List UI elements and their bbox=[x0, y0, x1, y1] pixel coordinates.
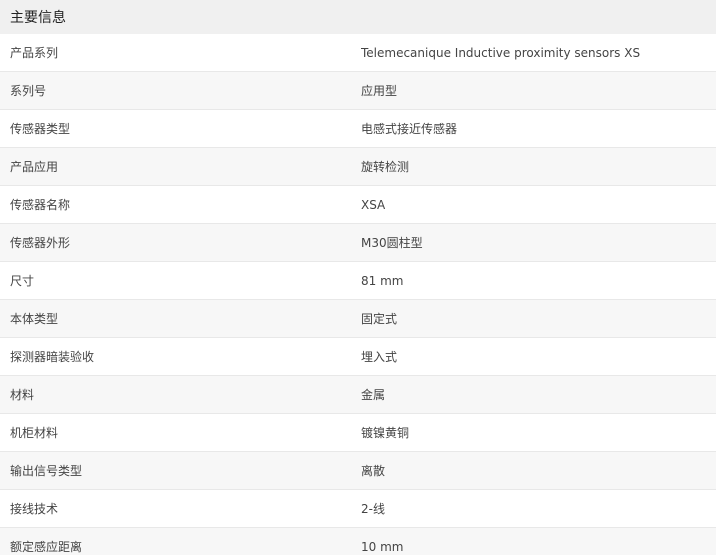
spec-value: 电感式接近传感器 bbox=[361, 122, 458, 136]
spec-label: 接线技术 bbox=[10, 502, 59, 516]
spec-value: 旋转检测 bbox=[361, 160, 410, 174]
spec-value: 10 mm bbox=[361, 539, 404, 554]
spec-value: 81 mm bbox=[361, 273, 404, 288]
spec-label: 机柜材料 bbox=[10, 426, 59, 440]
spec-value: 金属 bbox=[361, 388, 386, 402]
spec-label: 尺寸 bbox=[10, 274, 35, 288]
spec-row-list: 产品系列 Telemecanique Inductive proximity s… bbox=[0, 34, 716, 555]
spec-row: 产品应用 旋转检测 bbox=[0, 148, 716, 186]
spec-label: 输出信号类型 bbox=[10, 464, 83, 478]
spec-label: 额定感应距离 bbox=[10, 540, 83, 554]
spec-row: 材料 金属 bbox=[0, 376, 716, 414]
spec-value: 离散 bbox=[361, 464, 386, 478]
spec-label: 材料 bbox=[10, 388, 35, 402]
spec-value: 埋入式 bbox=[361, 350, 398, 364]
spec-row: 系列号 应用型 bbox=[0, 72, 716, 110]
spec-row: 额定感应距离 10 mm bbox=[0, 528, 716, 555]
spec-value: 应用型 bbox=[361, 84, 398, 98]
spec-row: 尺寸 81 mm bbox=[0, 262, 716, 300]
spec-label: 传感器外形 bbox=[10, 236, 71, 250]
spec-row: 输出信号类型 离散 bbox=[0, 452, 716, 490]
spec-row: 产品系列 Telemecanique Inductive proximity s… bbox=[0, 34, 716, 72]
spec-label: 传感器类型 bbox=[10, 122, 71, 136]
spec-value: M30圆柱型 bbox=[361, 236, 423, 250]
spec-row: 本体类型 固定式 bbox=[0, 300, 716, 338]
spec-value: 固定式 bbox=[361, 312, 398, 326]
spec-value: 镀镍黄铜 bbox=[361, 426, 410, 440]
spec-row: 传感器外形 M30圆柱型 bbox=[0, 224, 716, 262]
spec-label: 探测器暗装验收 bbox=[10, 350, 95, 364]
spec-table: 主要信息 产品系列 Telemecanique Inductive proxim… bbox=[0, 0, 716, 555]
spec-value: XSA bbox=[361, 197, 386, 212]
spec-row: 传感器类型 电感式接近传感器 bbox=[0, 110, 716, 148]
section-title: 主要信息 bbox=[10, 10, 66, 26]
section-header: 主要信息 bbox=[0, 0, 716, 34]
spec-label: 产品应用 bbox=[10, 160, 59, 174]
spec-label: 本体类型 bbox=[10, 312, 59, 326]
spec-value: Telemecanique Inductive proximity sensor… bbox=[361, 45, 641, 60]
spec-row: 探测器暗装验收 埋入式 bbox=[0, 338, 716, 376]
spec-row: 传感器名称 XSA bbox=[0, 186, 716, 224]
spec-value: 2-线 bbox=[361, 502, 385, 516]
spec-label: 系列号 bbox=[10, 84, 47, 98]
spec-row: 接线技术 2-线 bbox=[0, 490, 716, 528]
spec-row: 机柜材料 镀镍黄铜 bbox=[0, 414, 716, 452]
spec-label: 产品系列 bbox=[10, 46, 59, 60]
spec-label: 传感器名称 bbox=[10, 198, 71, 212]
